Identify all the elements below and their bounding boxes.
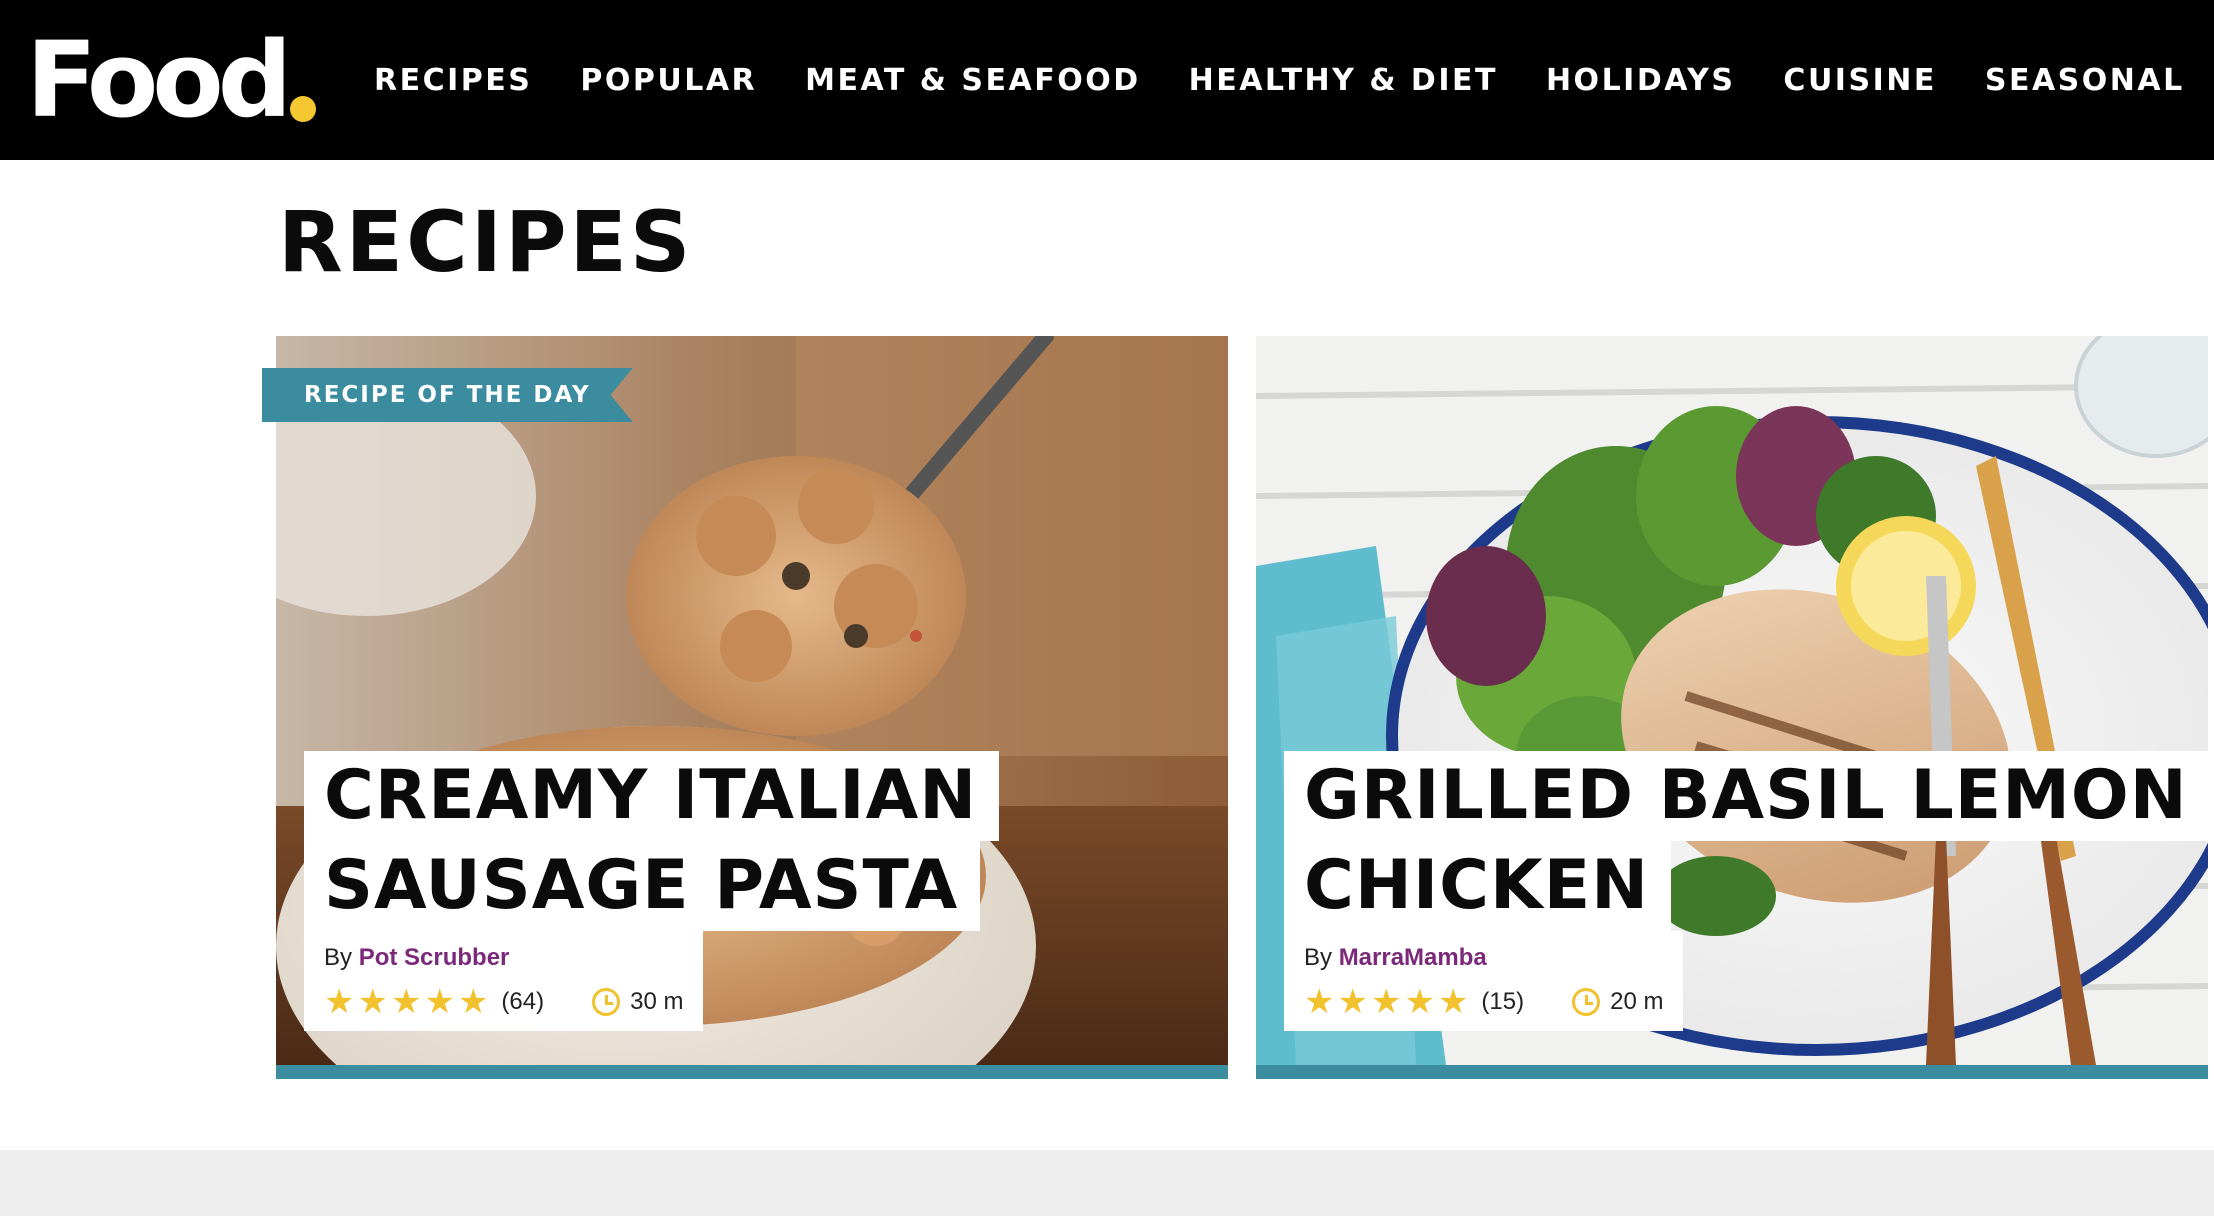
- recipe-title-line[interactable]: GRILLED BASIL LEMON: [1284, 751, 2210, 841]
- nav-item-cuisine[interactable]: CUISINE: [1783, 63, 1936, 98]
- rating-row: ★ ★ ★ ★ ★ (15) 20 m: [1304, 985, 1663, 1019]
- star-icon: ★: [1404, 983, 1435, 1021]
- recipe-title-line[interactable]: SAUSAGE PASTA: [304, 841, 981, 931]
- top-navigation-bar: Food RECIPES POPULAR MEAT & SEAFOOD HEAL…: [0, 0, 2214, 160]
- star-icon: ★: [390, 983, 422, 1021]
- byline: By Pot Scrubber: [324, 941, 683, 975]
- star-icon: ★: [357, 983, 388, 1021]
- author-link[interactable]: MarraMamba: [1339, 944, 1487, 971]
- card-accent-bar: [276, 1065, 1228, 1079]
- star-rating: ★ ★ ★ ★ ★: [324, 985, 491, 1019]
- review-count: (64): [501, 988, 545, 1015]
- logo-dot: [290, 96, 317, 122]
- nav-item-seasonal[interactable]: SEASONAL: [1985, 63, 2185, 98]
- star-icon: ★: [424, 983, 455, 1021]
- recipe-title-line[interactable]: CHICKEN: [1284, 841, 1672, 931]
- star-icon: ★: [1304, 983, 1335, 1021]
- clock-icon: [592, 988, 621, 1016]
- recipe-card[interactable]: RECIPE OF THE DAY CREAMY ITALIAN SAUSAGE…: [262, 336, 1228, 1079]
- clock-icon: [1572, 988, 1601, 1016]
- author-link[interactable]: Pot Scrubber: [359, 944, 510, 971]
- recipe-meta: By Pot Scrubber ★ ★ ★ ★ ★ (64) 30 m: [304, 931, 704, 1031]
- byline: By MarraMamba: [1304, 941, 1663, 975]
- footer-band: [0, 1150, 2214, 1216]
- star-icon: ★: [1370, 983, 1402, 1021]
- food-logo[interactable]: Food: [26, 19, 317, 141]
- recipe-meta: By MarraMamba ★ ★ ★ ★ ★ (15) 20 m: [1284, 931, 1684, 1031]
- recipe-of-the-day-badge: RECIPE OF THE DAY: [262, 368, 633, 422]
- by-label: By: [324, 944, 353, 971]
- star-icon: ★: [1437, 983, 1469, 1021]
- star-icon: ★: [324, 983, 355, 1021]
- recipe-title-line[interactable]: CREAMY ITALIAN: [304, 751, 1000, 841]
- nav-item-recipes[interactable]: RECIPES: [374, 63, 532, 98]
- recipe-title[interactable]: CREAMY ITALIAN SAUSAGE PASTA: [304, 751, 1000, 931]
- main-nav: RECIPES POPULAR MEAT & SEAFOOD HEALTHY &…: [374, 0, 2214, 160]
- page-title: RECIPES: [278, 193, 694, 291]
- cook-time: 20 m: [1610, 988, 1664, 1015]
- review-count: (15): [1481, 988, 1525, 1015]
- nav-item-meat-seafood[interactable]: MEAT & SEAFOOD: [805, 63, 1140, 98]
- card-accent-bar: [1256, 1065, 2208, 1079]
- logo-wordmark: Food: [26, 19, 292, 141]
- cook-time: 30 m: [630, 988, 684, 1015]
- nav-item-healthy-diet[interactable]: HEALTHY & DIET: [1189, 63, 1498, 98]
- rating-row: ★ ★ ★ ★ ★ (64) 30 m: [324, 985, 683, 1019]
- star-icon: ★: [457, 983, 489, 1021]
- star-icon: ★: [1337, 983, 1368, 1021]
- by-label: By: [1304, 944, 1333, 971]
- recipe-title[interactable]: GRILLED BASIL LEMON CHICKEN: [1284, 751, 2210, 931]
- star-rating: ★ ★ ★ ★ ★: [1304, 985, 1471, 1019]
- nav-item-popular[interactable]: POPULAR: [580, 63, 757, 98]
- recipe-card[interactable]: GRILLED BASIL LEMON CHICKEN By MarraMamb…: [1256, 336, 2210, 1079]
- nav-item-holidays[interactable]: HOLIDAYS: [1546, 63, 1735, 98]
